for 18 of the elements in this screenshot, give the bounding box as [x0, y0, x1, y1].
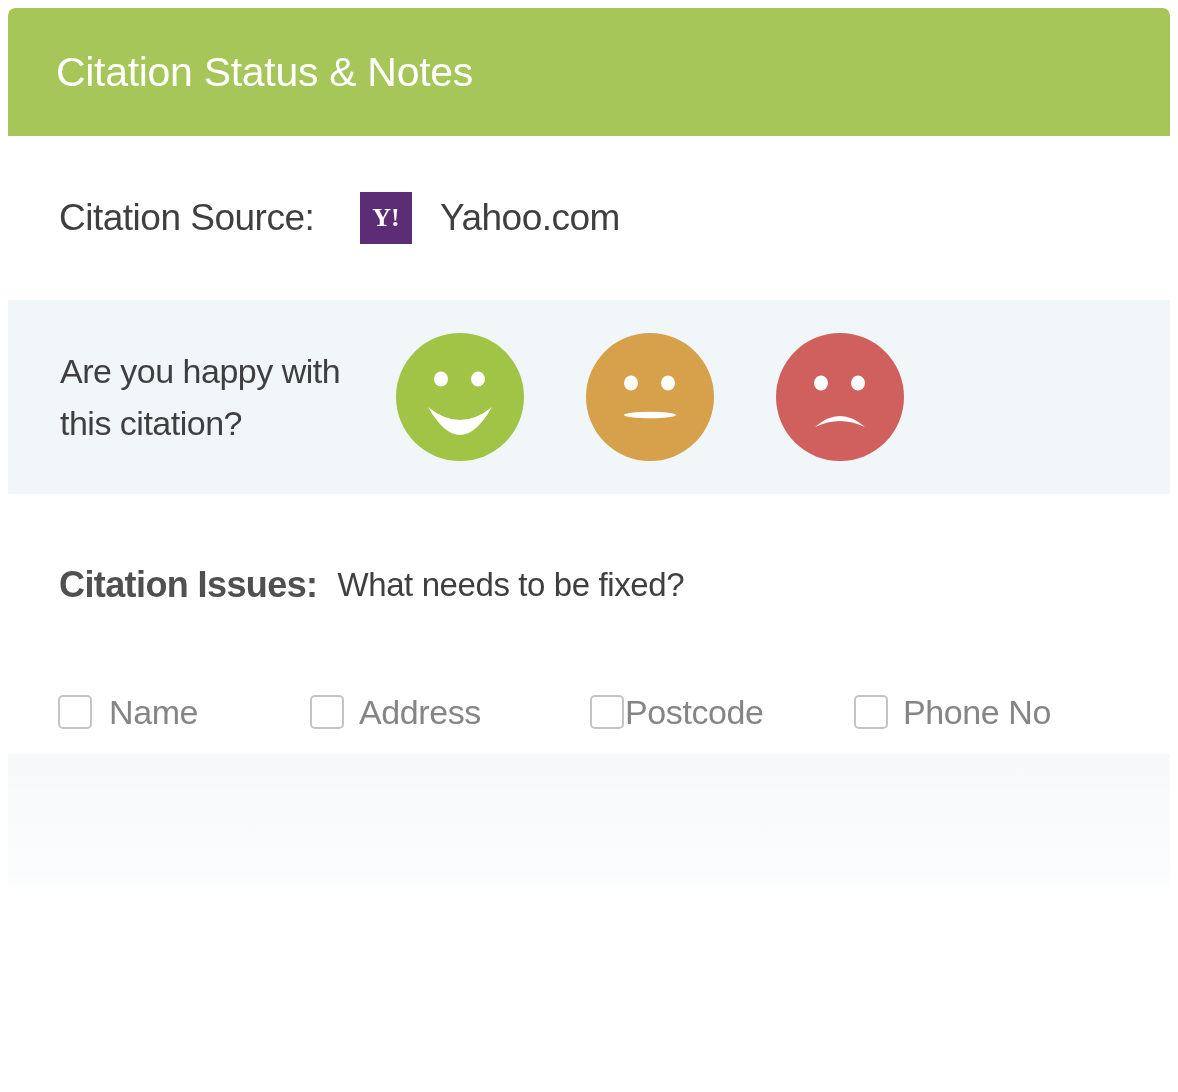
checkbox-label[interactable]: Postcode [625, 692, 764, 732]
rating-question: Are you happy with this citation? [60, 351, 342, 444]
frowning-face-icon[interactable] [776, 333, 904, 461]
checkbox[interactable] [310, 695, 344, 729]
checkbox[interactable] [590, 695, 624, 729]
checkbox-label[interactable]: Name [109, 692, 199, 732]
issues-prompt: What needs to be fixed? [337, 566, 685, 604]
source-label: Citation Source: [59, 197, 316, 239]
smiling-face-icon[interactable] [396, 333, 524, 461]
card-title: Citation Status & Notes [56, 48, 473, 96]
issues-label: Citation Issues: [59, 564, 318, 606]
neutral-face-icon[interactable] [586, 333, 714, 461]
checkbox-label[interactable]: Address [359, 692, 481, 732]
checkbox[interactable] [854, 695, 888, 729]
source-logo: Y! [360, 192, 412, 244]
source-value: Yahoo.com [440, 197, 620, 239]
checkbox[interactable] [58, 695, 92, 729]
checkbox-label[interactable]: Phone No [903, 692, 1052, 732]
